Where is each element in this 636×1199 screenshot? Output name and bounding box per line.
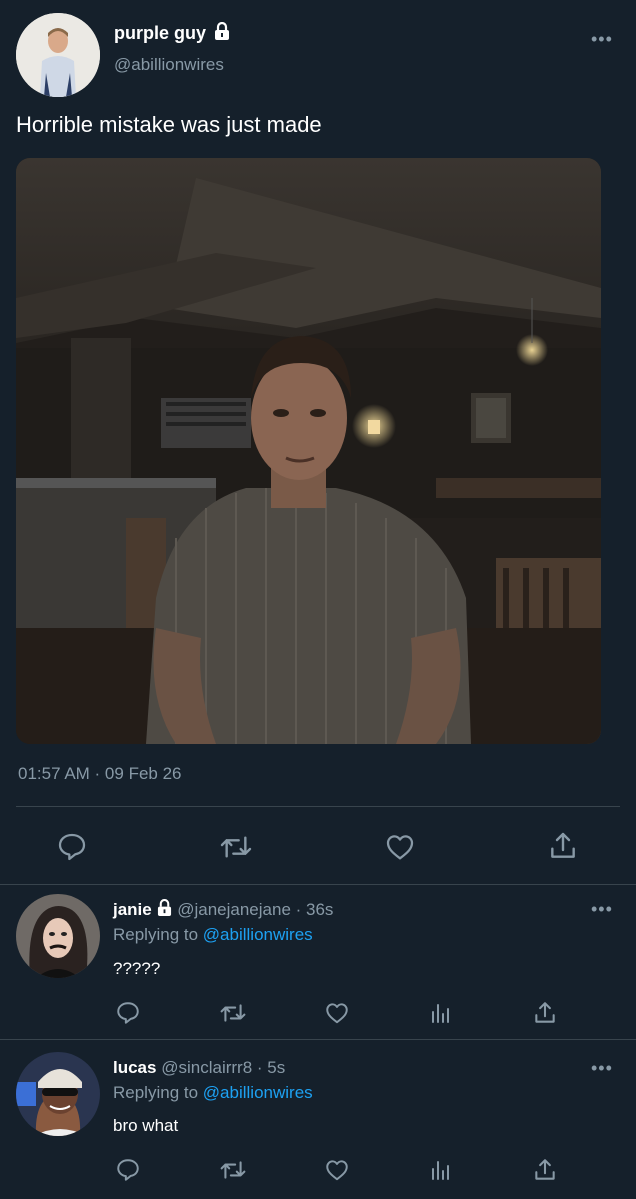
reply-author-handle[interactable]: @janejanejane <box>177 900 291 919</box>
share-icon[interactable] <box>532 1156 558 1184</box>
reply-avatar[interactable] <box>16 894 100 978</box>
divider <box>0 884 636 885</box>
more-options-icon[interactable]: ••• <box>591 1059 613 1077</box>
replying-to-link[interactable]: @abillionwires <box>203 1083 313 1102</box>
more-options-icon[interactable]: ••• <box>591 30 613 48</box>
author-handle[interactable]: @abillionwires <box>114 54 224 76</box>
reply-time[interactable]: · 5s <box>257 1058 285 1077</box>
tweet-text: Horrible mistake was just made <box>16 112 322 137</box>
comment-icon[interactable] <box>115 1000 141 1026</box>
lock-icon <box>157 899 172 922</box>
retweet-icon[interactable] <box>218 1000 248 1026</box>
comment-icon[interactable] <box>115 1157 141 1183</box>
analytics-icon[interactable] <box>429 1157 453 1183</box>
reply-author-name[interactable]: janie <box>113 900 152 919</box>
reply-time[interactable]: · 36s <box>296 900 334 919</box>
like-icon[interactable] <box>323 1157 351 1183</box>
tweet-timestamp[interactable]: 01:57 AM · 09 Feb 26 <box>18 763 182 785</box>
replying-to-label: Replying to <box>113 925 199 944</box>
reply-avatar[interactable] <box>16 1052 100 1136</box>
analytics-icon[interactable] <box>429 1000 453 1026</box>
retweet-icon[interactable] <box>218 831 254 863</box>
share-icon[interactable] <box>532 999 558 1027</box>
replying-to-label: Replying to <box>113 1083 199 1102</box>
reply-author-handle[interactable]: @sinclairrr8 <box>161 1058 252 1077</box>
divider <box>0 1039 636 1040</box>
tweet-media-photo[interactable] <box>16 158 601 744</box>
more-options-icon[interactable]: ••• <box>591 900 613 918</box>
reply-author-name[interactable]: lucas <box>113 1058 156 1077</box>
reply-text: bro what <box>113 1116 179 1135</box>
retweet-icon[interactable] <box>218 1157 248 1183</box>
lock-icon <box>214 22 230 46</box>
replying-to-link[interactable]: @abillionwires <box>203 925 313 944</box>
share-icon[interactable] <box>547 829 579 863</box>
author-name[interactable]: purple guy <box>114 23 206 43</box>
like-icon[interactable] <box>323 1000 351 1026</box>
author-avatar[interactable] <box>16 13 100 97</box>
comment-icon[interactable] <box>56 831 88 863</box>
reply-text: ????? <box>113 959 161 978</box>
like-icon[interactable] <box>383 831 417 863</box>
divider <box>16 806 620 807</box>
